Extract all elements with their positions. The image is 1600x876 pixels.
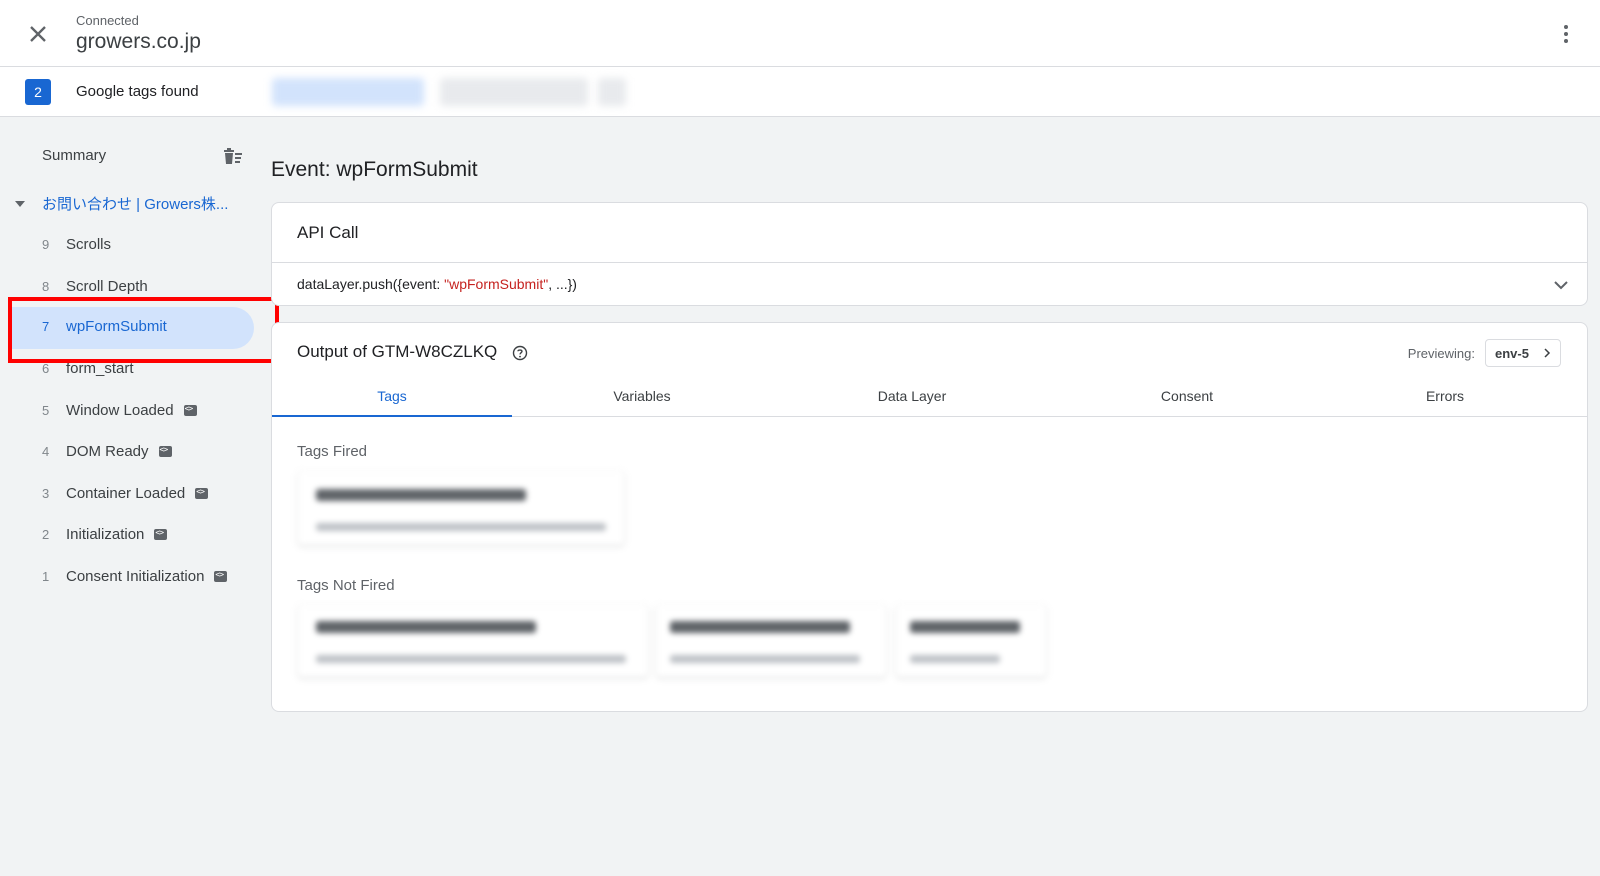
environment-button[interactable]: env-5 xyxy=(1485,339,1561,367)
built-in-event-icon xyxy=(195,487,209,499)
event-name: DOM Ready xyxy=(66,443,149,460)
code-suffix: , ...}) xyxy=(548,276,577,292)
api-call-card: API Call dataLayer.push({event: "wpFormS… xyxy=(271,202,1588,306)
built-in-event-icon xyxy=(214,570,228,582)
event-item-consent-initialization[interactable]: 1 Consent Initialization xyxy=(12,557,254,599)
previewing-label: Previewing: xyxy=(1407,346,1475,361)
event-number: 6 xyxy=(42,361,50,376)
event-item-window-loaded[interactable]: 5 Window Loaded xyxy=(12,391,254,433)
divider xyxy=(272,262,1587,263)
code-event-string: "wpFormSubmit" xyxy=(444,276,549,292)
event-name: Consent Initialization xyxy=(66,568,205,585)
blurred-text xyxy=(316,489,526,501)
page-item[interactable]: お問い合わせ | Growers株... xyxy=(0,187,262,219)
blurred-text xyxy=(316,655,626,663)
blurred-text xyxy=(910,655,1000,663)
fired-tag-tile-blurred[interactable] xyxy=(298,471,624,545)
tag-chip-blurred[interactable] xyxy=(598,78,626,106)
built-in-event-icon xyxy=(154,528,168,540)
event-name-row: Initialization xyxy=(66,526,168,543)
event-name-row: DOM Ready xyxy=(66,443,172,460)
event-number: 5 xyxy=(42,403,50,418)
event-item-initialization[interactable]: 2 Initialization xyxy=(12,515,254,557)
built-in-event-icon xyxy=(158,445,172,457)
tags-not-fired-label: Tags Not Fired xyxy=(297,577,395,594)
page-item-label: お問い合わせ | Growers株... xyxy=(42,196,229,213)
event-number: 2 xyxy=(42,527,50,542)
event-number: 3 xyxy=(42,486,50,501)
output-tabs: Tags Variables Data Layer Consent Errors xyxy=(272,375,1587,417)
tab-tags[interactable]: Tags xyxy=(272,375,512,417)
code-prefix: dataLayer.push({event: xyxy=(297,276,445,292)
output-card: Output of GTM-W8CZLKQ Previewing: env-5 … xyxy=(271,322,1588,712)
event-item-dom-ready[interactable]: 4 DOM Ready xyxy=(12,432,254,474)
event-item-scroll-depth[interactable]: 8 Scroll Depth xyxy=(12,267,254,309)
help-icon[interactable] xyxy=(512,345,528,361)
event-number: 9 xyxy=(42,237,50,252)
top-bar: Connected growers.co.jp xyxy=(0,0,1600,67)
tab-errors[interactable]: Errors xyxy=(1330,375,1560,417)
event-number: 7 xyxy=(42,319,50,334)
event-title: Event: wpFormSubmit xyxy=(271,158,478,181)
event-number: 4 xyxy=(42,444,50,459)
google-tags-bar: 2 Google tags found xyxy=(0,67,1600,117)
tags-found-label: Google tags found xyxy=(76,83,199,100)
event-name: Scrolls xyxy=(66,236,112,253)
tab-consent[interactable]: Consent xyxy=(1072,375,1302,417)
clear-messages-icon[interactable] xyxy=(222,145,244,167)
tab-data-layer[interactable]: Data Layer xyxy=(797,375,1027,417)
more-options-icon[interactable] xyxy=(1558,22,1574,46)
event-name: Window Loaded xyxy=(66,402,174,419)
blurred-text xyxy=(316,523,606,531)
tags-fired-label: Tags Fired xyxy=(297,443,368,460)
summary-link[interactable]: Summary xyxy=(42,147,106,164)
api-call-code: dataLayer.push({event: "wpFormSubmit", .… xyxy=(297,276,577,292)
event-name: Scroll Depth xyxy=(66,278,148,295)
event-sidebar: Summary お問い合わせ | Growers株... 9 Scrolls 8… xyxy=(0,117,262,876)
event-item-wpformsubmit[interactable]: 7 wpFormSubmit xyxy=(12,307,254,349)
environment-name: env-5 xyxy=(1495,346,1529,361)
tags-count-badge: 2 xyxy=(25,79,51,105)
blurred-text xyxy=(910,621,1020,633)
event-name: Initialization xyxy=(66,526,145,543)
caret-down-icon xyxy=(15,201,25,207)
connection-status: Connected xyxy=(76,13,139,28)
event-name-row: Window Loaded xyxy=(66,402,197,419)
blurred-text xyxy=(670,655,860,663)
not-fired-tag-tile-blurred[interactable] xyxy=(656,605,886,677)
chevron-right-icon xyxy=(1544,348,1551,358)
not-fired-tag-tile-blurred[interactable] xyxy=(298,605,648,677)
built-in-event-icon xyxy=(183,404,197,416)
chevron-down-icon[interactable] xyxy=(1551,275,1571,295)
event-name-row: Consent Initialization xyxy=(66,568,228,585)
event-name: wpFormSubmit xyxy=(66,318,167,335)
tag-chip-blurred[interactable] xyxy=(440,78,588,106)
event-name: Container Loaded xyxy=(66,485,186,502)
event-number: 8 xyxy=(42,279,50,294)
event-number: 1 xyxy=(42,569,50,584)
not-fired-tag-tile-blurred[interactable] xyxy=(896,605,1046,677)
connected-domain: growers.co.jp xyxy=(76,30,201,53)
event-name-row: Container Loaded xyxy=(66,485,209,502)
api-call-title: API Call xyxy=(297,223,359,242)
output-title: Output of GTM-W8CZLKQ xyxy=(297,342,498,361)
tag-chip-blurred[interactable] xyxy=(272,78,424,106)
blurred-text xyxy=(670,621,850,633)
event-item-scrolls[interactable]: 9 Scrolls xyxy=(12,225,254,267)
event-item-container-loaded[interactable]: 3 Container Loaded xyxy=(12,474,254,516)
event-name: form_start xyxy=(66,360,134,377)
close-icon[interactable] xyxy=(24,20,52,48)
event-item-form-start[interactable]: 6 form_start xyxy=(12,349,254,391)
tab-variables[interactable]: Variables xyxy=(527,375,757,417)
blurred-text xyxy=(316,621,536,633)
